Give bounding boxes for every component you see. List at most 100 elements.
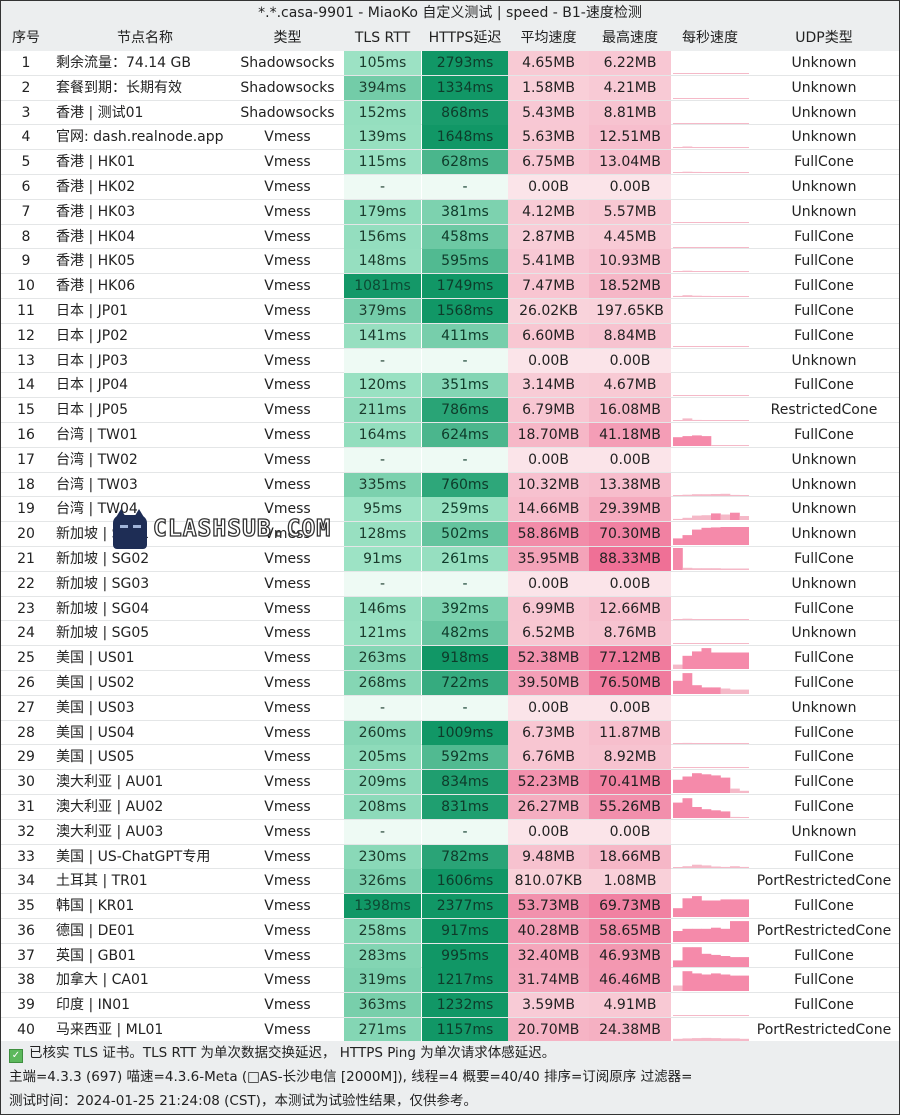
per-second-speed-sparkline (671, 696, 749, 720)
sparkline-bar (673, 122, 683, 124)
table-row: 11 日本 | JP01 Vmess 379ms 1568ms 26.02KB 197.65… (1, 298, 899, 324)
sparkline-bar (673, 802, 683, 818)
sparkline-bar (720, 420, 731, 422)
sparkline-bar (701, 515, 712, 521)
tls-rtt: 148ms (344, 249, 421, 274)
sparkline-bar (682, 271, 693, 273)
sparkline-bar (739, 618, 749, 620)
sparkline-bar (673, 395, 683, 397)
avg-speed: 53.73MB (508, 894, 589, 919)
udp-type: FullCone (794, 600, 854, 617)
max-speed: 4.67MB (589, 373, 671, 398)
row-index: 6 (21, 178, 31, 195)
node-type: Vmess (264, 922, 311, 939)
sparkline-bar (673, 437, 683, 446)
tls-rtt: 164ms (344, 422, 421, 447)
per-second-speed-sparkline (671, 473, 749, 497)
avg-speed: 10.32MB (508, 472, 589, 497)
sparkline-bar (711, 568, 721, 570)
sparkline-bar (673, 519, 683, 521)
sparkline-bar (701, 928, 712, 942)
max-speed: 0.00B (589, 447, 671, 472)
max-speed: 0.00B (589, 174, 671, 199)
https-delay: 259ms (422, 497, 508, 522)
avg-speed: 32.40MB (508, 943, 589, 968)
sparkline-bar (682, 567, 693, 570)
table-row: 1 剩余流量：74.14 GB Shadowsocks 105ms 2793ms 4.65… (1, 51, 899, 76)
tls-rtt: 1081ms (344, 274, 421, 299)
sparkline-bar (720, 221, 731, 223)
sparkline-bar (720, 271, 731, 273)
table-row: 36 德国 | DE01 Vmess 258ms 917ms 40.28MB 58.65MB… (1, 918, 899, 944)
max-speed: 16.08MB (589, 398, 671, 423)
udp-type: PortRestrictedCone (756, 922, 892, 939)
sparkline-bar (682, 643, 693, 645)
tls-rtt: 120ms (344, 373, 421, 398)
sparkline-bar (692, 122, 702, 124)
sparkline-bar (692, 742, 702, 744)
table-row: 6 香港 | HK02 Vmess - -0.00B 0.00B Unknown (1, 174, 899, 200)
row-index: 38 (17, 972, 35, 989)
node-type: Vmess (264, 798, 311, 815)
max-speed: 70.41MB (589, 770, 671, 795)
node-type: Vmess (264, 451, 311, 468)
sparkline-bar (673, 147, 683, 149)
per-second-speed-sparkline (671, 225, 749, 249)
tls-rtt: 179ms (344, 199, 421, 224)
node-type: Vmess (264, 377, 311, 394)
table-row: 40 马来西亚 | ML01 Vmess 271ms 1157ms 20.70MB 24.3… (1, 1018, 899, 1043)
sparkline-bar (692, 515, 702, 521)
node-type: Vmess (264, 600, 311, 617)
node-type: Vmess (264, 575, 311, 592)
max-speed: 18.66MB (589, 844, 671, 869)
https-delay: 1568ms (422, 298, 508, 323)
sparkline-bar (730, 920, 740, 942)
per-second-speed-sparkline (671, 820, 749, 844)
per-second-speed-sparkline (671, 101, 749, 125)
header-type: 类型 (273, 30, 302, 46)
per-second-speed-sparkline (671, 324, 749, 348)
tls-rtt: 260ms (344, 720, 421, 745)
node-type: Shadowsocks (240, 79, 335, 96)
node-type: Vmess (264, 699, 311, 716)
sparkline-bar (739, 956, 749, 967)
max-speed: 4.45MB (589, 224, 671, 249)
sparkline-bar (730, 788, 740, 794)
udp-type: Unknown (791, 823, 857, 840)
max-speed: 0.00B (589, 819, 671, 844)
udp-type: PortRestrictedCone (756, 873, 892, 890)
row-index: 19 (17, 501, 35, 518)
tls-rtt: 115ms (344, 150, 421, 175)
tls-rtt: - (344, 571, 421, 596)
sparkline-bar (692, 1015, 702, 1017)
footer-line-3: 测试时间：2024-01-25 21:24:08 (CST)，本测试为试验性结果… (9, 1093, 477, 1109)
table-body: 1 剩余流量：74.14 GB Shadowsocks 105ms 2793ms 4.65… (1, 51, 899, 1043)
sparkline-bar (730, 1015, 740, 1017)
speedtest-report: *.*.casa-9901 - MiaoKo 自定义测试 | speed - B… (0, 0, 900, 1115)
sparkline-bar (730, 652, 740, 670)
node-type: Vmess (264, 674, 311, 691)
avg-speed: 31.74MB (508, 968, 589, 993)
sparkline-bar (701, 767, 712, 769)
sparkline-bar (692, 493, 702, 496)
sparkline-bar (701, 527, 712, 546)
sparkline-bar (720, 444, 731, 446)
sparkline-bar (701, 687, 712, 694)
sparkline-bar (711, 271, 721, 273)
sparkline-bar (701, 246, 712, 248)
max-speed: 88.33MB (589, 546, 671, 571)
sparkline-bar (682, 865, 693, 868)
tls-rtt: 230ms (344, 844, 421, 869)
sparkline-bar (730, 246, 740, 248)
https-delay: - (422, 571, 508, 596)
row-index: 23 (17, 600, 35, 617)
https-delay: - (422, 348, 508, 373)
per-second-speed-sparkline (671, 150, 749, 174)
row-index: 10 (17, 278, 35, 295)
sparkline-bar (739, 494, 749, 496)
sparkline-bar (711, 444, 721, 446)
avg-speed: 1.58MB (508, 75, 589, 100)
node-name: 台湾 | TW04 (56, 501, 138, 518)
udp-type: Unknown (791, 79, 857, 96)
sparkline-bar (739, 976, 749, 992)
